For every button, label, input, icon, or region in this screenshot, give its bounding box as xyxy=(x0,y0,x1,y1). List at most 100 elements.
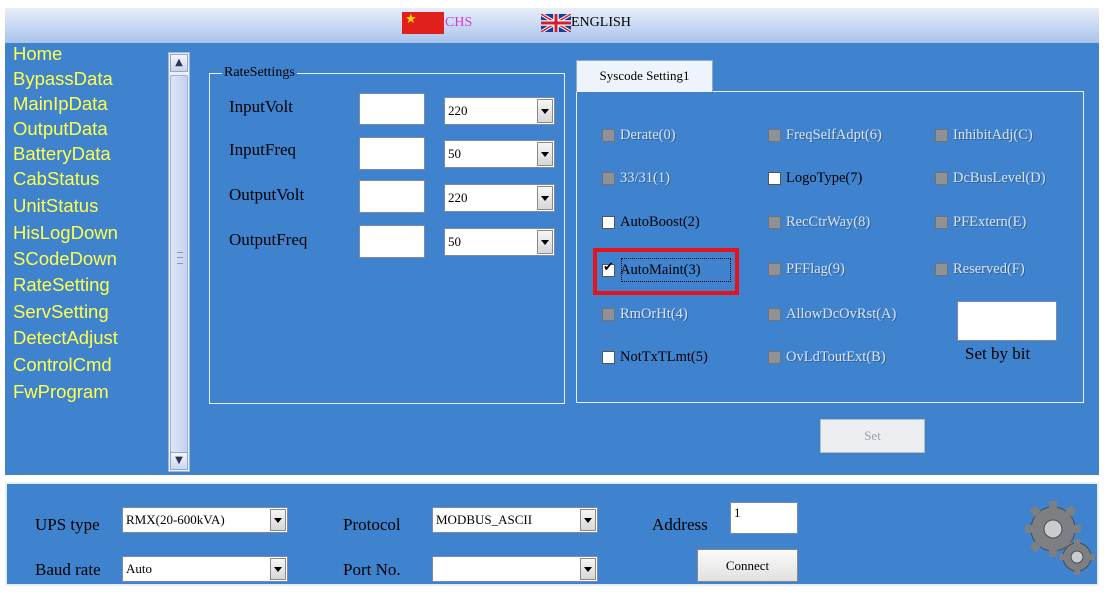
scroll-down-icon[interactable]: ▼ xyxy=(170,452,188,470)
checkbox-33-31-label: 33/31(1) xyxy=(620,169,670,186)
checkbox-logotype-label: LogoType(7) xyxy=(786,169,863,186)
port-no-select[interactable] xyxy=(432,556,598,582)
checkbox-pfflag-label: PFFlag(9) xyxy=(786,260,845,277)
checkbox-recctrway-box xyxy=(768,215,781,229)
input-volt-field[interactable] xyxy=(359,93,425,125)
sidebar-item-hislogdown[interactable]: HisLogDown xyxy=(13,222,118,244)
checkbox-ovldtoutext[interactable]: OvLdToutExt(B) xyxy=(768,348,886,366)
connect-button[interactable]: Connect xyxy=(697,549,798,582)
checkbox-pfextern-box xyxy=(935,215,948,229)
sidebar-item-outputdata[interactable]: OutputData xyxy=(13,118,108,140)
checkbox-allowdcovrst-label: AllowDcOvRst(A) xyxy=(786,305,897,322)
checkbox-allowdcovrst-box xyxy=(768,307,781,321)
checkbox-nottxtlmt[interactable]: NotTxTLmt(5) xyxy=(602,348,708,366)
sidebar-item-fwprogram[interactable]: FwProgram xyxy=(13,381,109,403)
address-label: Address xyxy=(652,515,708,534)
output-freq-field[interactable] xyxy=(359,225,425,258)
checkbox-derate-label: Derate(0) xyxy=(620,126,676,143)
dropdown-arrow-icon xyxy=(537,142,553,166)
sidebar-item-ratesetting[interactable]: RateSetting xyxy=(13,274,110,296)
checkbox-pfextern-label: PFExtern(E) xyxy=(953,213,1027,230)
sidebar-item-batterydata[interactable]: BatteryData xyxy=(13,143,111,165)
scroll-up-icon[interactable]: ▲ xyxy=(170,54,188,72)
tab-syscode-setting1[interactable]: Syscode Setting1 xyxy=(576,60,713,92)
input-volt-selected: 220 xyxy=(448,103,468,118)
dropdown-arrow-icon xyxy=(537,186,553,210)
ups-type-select[interactable]: RMX(20-600kVA) xyxy=(122,507,288,533)
ups-type-label: UPS type xyxy=(35,515,100,534)
output-freq-label: OutputFreq xyxy=(229,230,308,249)
checkbox-recctrway-label: RecCtrWay(8) xyxy=(786,213,871,230)
input-freq-selected: 50 xyxy=(448,146,461,161)
checkbox-autoboost-box xyxy=(602,215,615,229)
output-freq-select[interactable]: 50 xyxy=(444,228,555,256)
checkbox-rmorht-label: RmOrHt(4) xyxy=(620,305,688,322)
automaint-focus-rect xyxy=(621,258,731,282)
output-volt-select[interactable]: 220 xyxy=(444,184,555,212)
checkbox-pfextern[interactable]: PFExtern(E) xyxy=(935,213,1026,231)
checkbox-inhibitadj-box xyxy=(935,128,948,142)
set-by-bit-label: Set by bit xyxy=(965,344,1031,363)
checkbox-pfflag[interactable]: PFFlag(9) xyxy=(768,260,845,278)
checkbox-allowdcovrst[interactable]: AllowDcOvRst(A) xyxy=(768,305,896,323)
port-no-label: Port No. xyxy=(343,560,401,579)
ups-type-selected: RMX(20-600kVA) xyxy=(126,512,225,527)
sidebar-item-scodedown[interactable]: SCodeDown xyxy=(13,248,117,270)
checkbox-rmorht[interactable]: RmOrHt(4) xyxy=(602,305,688,323)
checkbox-inhibitadj[interactable]: InhibitAdj(C) xyxy=(935,126,1033,144)
checkbox-reserved-label: Reserved(F) xyxy=(953,260,1025,277)
sidebar-item-mainipdata[interactable]: MainIpData xyxy=(13,93,108,115)
input-freq-select[interactable]: 50 xyxy=(444,140,555,168)
sidebar-item-home[interactable]: Home xyxy=(13,43,62,65)
checkbox-dcbuslevel[interactable]: DcBusLevel(D) xyxy=(935,169,1046,187)
output-volt-field[interactable] xyxy=(359,180,425,213)
input-volt-select[interactable]: 220 xyxy=(444,97,555,125)
rate-settings-title: RateSettings xyxy=(222,65,297,81)
sidebar-item-bypassdata[interactable]: BypassData xyxy=(13,68,113,90)
checkbox-ovldtoutext-box xyxy=(768,350,781,364)
checkbox-recctrway[interactable]: RecCtrWay(8) xyxy=(768,213,870,231)
bit-value-field[interactable] xyxy=(957,301,1057,341)
checkbox-autoboost[interactable]: AutoBoost(2) xyxy=(602,213,700,231)
checkbox-derate-box xyxy=(602,128,615,142)
checkbox-freqselfadpt[interactable]: FreqSelfAdpt(6) xyxy=(768,126,882,144)
uk-flag-icon xyxy=(541,14,571,32)
checkbox-logotype[interactable]: LogoType(7) xyxy=(768,169,862,187)
checkbox-logotype-box xyxy=(768,171,781,185)
sidebar-item-cabstatus[interactable]: CabStatus xyxy=(13,168,99,190)
checkbox-reserved[interactable]: Reserved(F) xyxy=(935,260,1025,278)
protocol-select[interactable]: MODBUS_ASCII xyxy=(432,507,598,533)
set-button[interactable]: Set xyxy=(820,419,925,453)
checkbox-reserved-box xyxy=(935,262,948,276)
checkbox-inhibitadj-label: InhibitAdj(C) xyxy=(953,126,1033,143)
sidebar-item-detectadjust[interactable]: DetectAdjust xyxy=(13,327,118,349)
china-flag-icon: ★ xyxy=(402,12,444,34)
sidebar-item-servsetting[interactable]: ServSetting xyxy=(13,301,109,323)
checkbox-derate[interactable]: Derate(0) xyxy=(602,126,676,144)
sidebar-scrollbar[interactable]: ▲ ▼ xyxy=(168,52,190,472)
sidebar-nav: Home BypassData MainIpData OutputData Ba… xyxy=(5,43,165,475)
input-volt-label: InputVolt xyxy=(229,97,293,116)
checkbox-dcbuslevel-label: DcBusLevel(D) xyxy=(953,169,1046,186)
dropdown-arrow-icon xyxy=(580,558,596,580)
input-freq-field[interactable] xyxy=(359,137,425,170)
sidebar-item-controlcmd[interactable]: ControlCmd xyxy=(13,354,112,376)
dropdown-arrow-icon xyxy=(580,509,596,531)
checkbox-pfflag-box xyxy=(768,262,781,276)
address-field[interactable]: 1 xyxy=(730,502,798,534)
lang-chs-option[interactable]: ★ CHS xyxy=(402,12,472,34)
baud-rate-select[interactable]: Auto xyxy=(122,556,288,582)
output-freq-selected: 50 xyxy=(448,234,461,249)
checkbox-nottxtlmt-label: NotTxTLmt(5) xyxy=(620,348,708,365)
scroll-thumb[interactable] xyxy=(170,75,188,453)
checkbox-autoboost-label: AutoBoost(2) xyxy=(620,213,700,230)
gears-icon xyxy=(1025,501,1095,575)
checkbox-rmorht-box xyxy=(602,307,615,321)
lang-chs-label: CHS xyxy=(445,15,473,30)
sidebar-item-unitstatus[interactable]: UnitStatus xyxy=(13,195,98,217)
lang-english-option[interactable]: ENGLISH xyxy=(541,12,631,34)
checkbox-33-31[interactable]: 33/31(1) xyxy=(602,169,670,187)
checkbox-nottxtlmt-box xyxy=(602,350,615,364)
baud-rate-label: Baud rate xyxy=(35,560,101,579)
checkbox-freqselfadpt-label: FreqSelfAdpt(6) xyxy=(786,126,882,143)
